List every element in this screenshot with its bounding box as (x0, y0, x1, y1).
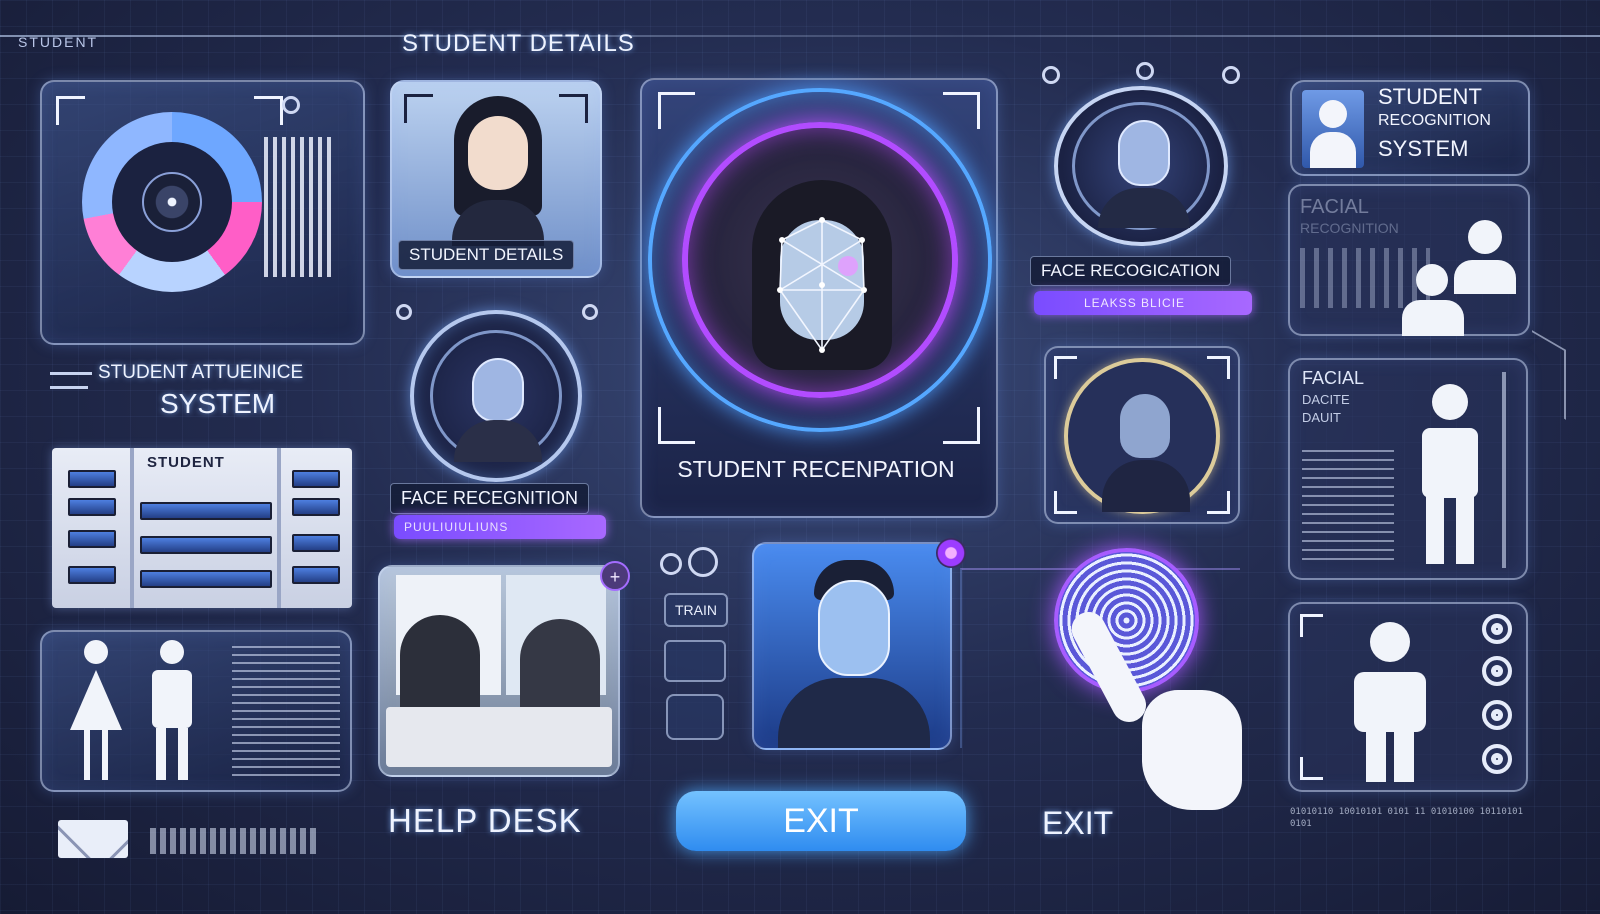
radio-option-icon[interactable] (1482, 744, 1512, 774)
camera-panel (40, 80, 365, 345)
tool-button[interactable] (666, 694, 724, 740)
frame-corner (254, 96, 283, 125)
people-panel (40, 630, 352, 792)
person-icon (1398, 264, 1468, 338)
face-label: FACE RECOGICATION (1030, 256, 1232, 286)
system-title-line1: STUDENT (1378, 84, 1482, 109)
student-table: STUDENT (52, 448, 352, 608)
donut-chart-icon (82, 112, 262, 292)
avatar-scan-card[interactable] (752, 542, 952, 750)
brand-label: STUDENT (18, 34, 99, 50)
fingerprint-small-button[interactable] (664, 640, 726, 682)
code-text: 01010110 10010101 0101 11 01010100 10110… (1290, 807, 1523, 829)
title-dash (50, 386, 88, 389)
face-mesh-icon (777, 217, 867, 353)
face-scan-panel-2[interactable] (1044, 346, 1240, 524)
train-label: TRAIN (675, 602, 717, 618)
data-lines-graphic (1302, 450, 1394, 560)
facial-label: FACIAL (1302, 368, 1365, 388)
small-dial-icon (1136, 62, 1154, 80)
train-button[interactable]: TRAIN (664, 593, 728, 627)
recognition-system-panel[interactable]: STUDENT RECOGNITION SYSTEM (1290, 80, 1530, 176)
system-title-line3: SYSTEM (1378, 136, 1469, 161)
student-avatar (444, 96, 552, 246)
mail-icon[interactable] (58, 820, 128, 858)
masked-face-icon (818, 580, 890, 676)
add-icon[interactable]: + (600, 561, 630, 591)
face-mesh-avatar (472, 358, 524, 422)
face-scan-ring-top[interactable] (1054, 86, 1228, 246)
toggle-icon[interactable] (688, 547, 718, 577)
system-title-line2: RECOGNITION (1378, 112, 1491, 129)
faded-heading: FACIAL (1300, 196, 1369, 218)
table-header: STUDENT (147, 454, 225, 471)
help-desk-card[interactable]: + (378, 561, 630, 777)
facial-sub1: DACITE (1302, 392, 1350, 407)
radio-option-icon[interactable] (1482, 700, 1512, 730)
notification-dot-icon (936, 538, 966, 568)
person-icon (1340, 622, 1440, 782)
student-card-label: STUDENT DETAILS (398, 240, 575, 270)
help-desk-label[interactable]: HELP DESK (388, 802, 582, 840)
small-dial-icon (282, 96, 300, 114)
attendance-title: STUDENT ATTUEINICE (98, 362, 304, 383)
small-dial-icon (396, 304, 412, 320)
text-lines-graphic (232, 646, 340, 778)
student-details-card[interactable]: STUDENT DETAILS (390, 80, 602, 278)
face-recognition-bar: PUULIUIULIUNS (394, 515, 606, 539)
radio-option-icon[interactable] (1482, 656, 1512, 686)
face-recognition-label: FACE RECEGNITION (390, 483, 590, 514)
pointing-hand-icon (1065, 600, 1250, 820)
face-bar-text: LEAKSS BLICIE (1084, 296, 1186, 310)
standing-person-icon (1410, 384, 1490, 564)
exit-button-label: EXIT (783, 802, 859, 840)
frame-corner (56, 96, 85, 125)
camera-lens-icon (142, 172, 202, 232)
masked-face-icon (1120, 394, 1170, 458)
face-recognition-bar-text: PUULIUIULIUNS (404, 520, 509, 534)
small-dial-icon (582, 304, 598, 320)
side-arrow-icon[interactable] (1532, 330, 1566, 420)
masked-face-icon (1118, 120, 1170, 186)
section-title: STUDENT DETAILS (402, 30, 635, 57)
face-scan-ring[interactable] (410, 310, 582, 482)
toggle-icon[interactable] (660, 553, 682, 575)
barcode-icon (264, 137, 336, 277)
top-rule (0, 35, 1600, 37)
status-strip (150, 828, 320, 854)
attendance-title-system: SYSTEM (160, 388, 276, 419)
face-label-bar: LEAKSS BLICIE (1034, 291, 1252, 315)
facial-sub2: DAUIT (1302, 410, 1341, 425)
male-person-icon (142, 640, 202, 785)
person-options-panel[interactable] (1288, 602, 1528, 792)
female-person-icon (66, 640, 126, 785)
radio-option-icon[interactable] (1482, 614, 1512, 644)
facial-data-panel[interactable]: FACIAL DACITE DAUIT (1288, 358, 1528, 580)
hero-label: STUDENT RECENPATION (677, 456, 955, 482)
exit-button[interactable]: EXIT (676, 791, 966, 851)
small-dial-icon (1222, 66, 1240, 84)
user-avatar-icon (1302, 90, 1364, 168)
small-dial-icon (1042, 66, 1060, 84)
hero-recognition-panel[interactable]: STUDENT RECENPATION (640, 78, 998, 518)
vertical-slider[interactable] (1502, 372, 1506, 568)
facial-recognition-faded-panel[interactable]: FACIAL RECOGNITION (1288, 184, 1530, 336)
faded-subheading: RECOGNITION (1300, 220, 1399, 236)
title-dash (50, 372, 92, 375)
